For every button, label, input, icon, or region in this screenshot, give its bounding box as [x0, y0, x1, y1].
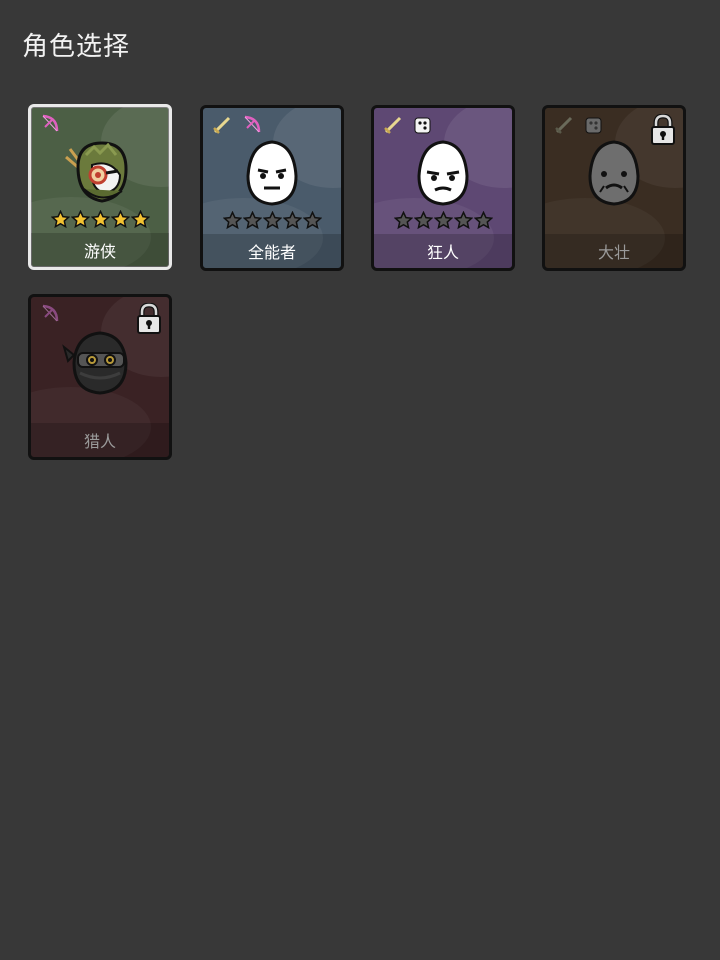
- star-icon-filled: [70, 210, 90, 229]
- star-icon-empty: [453, 211, 473, 230]
- sword-icon: [384, 116, 402, 134]
- ninja-portrait-icon: [62, 331, 128, 395]
- character-card-strongman[interactable]: 大壮: [542, 105, 686, 271]
- star-icon-filled: [130, 210, 150, 229]
- bow-icon: [42, 304, 59, 322]
- star-icon-empty: [302, 211, 322, 230]
- egg-face-portrait-icon: [417, 140, 469, 206]
- star-icon-filled: [90, 210, 110, 229]
- character-card-hunter[interactable]: 猎人: [28, 294, 172, 460]
- character-card-madman[interactable]: 狂人: [371, 105, 515, 271]
- star-icon-empty: [413, 211, 433, 230]
- weapon-icons: [211, 114, 263, 136]
- character-name: 全能者: [203, 234, 341, 268]
- sword-icon: [213, 116, 231, 134]
- dice-icon: [414, 117, 431, 134]
- star-icon-empty: [433, 211, 453, 230]
- star-icon-filled: [110, 210, 130, 229]
- character-card-allrounder[interactable]: 全能者: [200, 105, 344, 271]
- bow-icon: [244, 115, 261, 133]
- star-icon-empty: [282, 211, 302, 230]
- character-card-ranger[interactable]: 游侠: [28, 104, 172, 270]
- lock-icon: [651, 114, 675, 145]
- weapon-icons: [39, 303, 61, 325]
- bow-icon: [42, 114, 59, 132]
- star-rating: [374, 211, 512, 230]
- ranger-hooded-portrait-icon: [65, 141, 128, 203]
- weapon-icons: [553, 114, 605, 136]
- star-icon-filled: [50, 210, 70, 229]
- page-title: 角色选择: [22, 32, 131, 62]
- star-rating: [203, 211, 341, 230]
- star-icon-empty: [262, 211, 282, 230]
- star-icon-empty: [473, 211, 493, 230]
- star-rating: [31, 210, 169, 229]
- star-icon-empty: [393, 211, 413, 230]
- weapon-icons: [382, 114, 434, 136]
- egg-face-portrait-icon: [588, 140, 640, 206]
- character-name: 游侠: [31, 233, 169, 267]
- weapon-icons: [39, 113, 61, 135]
- star-icon-empty: [242, 211, 262, 230]
- dice-icon: [585, 117, 602, 134]
- character-name: 大壮: [545, 234, 683, 268]
- egg-face-portrait-icon: [246, 140, 298, 206]
- character-name: 狂人: [374, 234, 512, 268]
- character-name: 猎人: [31, 423, 169, 457]
- star-icon-empty: [222, 211, 242, 230]
- sword-icon: [555, 116, 573, 134]
